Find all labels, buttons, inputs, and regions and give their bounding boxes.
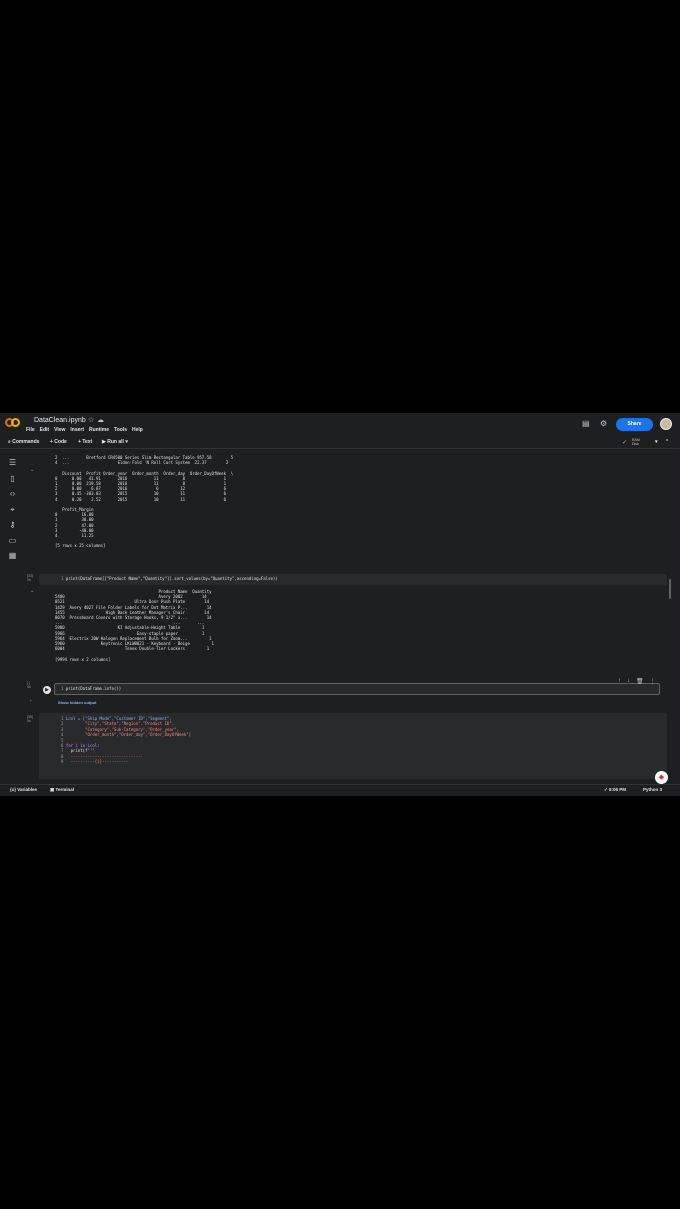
- collapse-icon[interactable]: ⌃: [665, 439, 669, 445]
- menu-insert[interactable]: Insert: [70, 427, 84, 433]
- check-icon: ✓: [604, 787, 608, 792]
- add-code-button[interactable]: + Code: [50, 439, 67, 445]
- cell-exec-count: [33] 0s: [27, 574, 33, 582]
- exec-time-label: 0s: [27, 578, 31, 582]
- run-cell-button[interactable]: ▶: [43, 686, 51, 694]
- variables-icon: {x}: [10, 787, 17, 792]
- menu-edit[interactable]: Edit: [40, 427, 49, 433]
- status-time: 8:06 PM: [609, 787, 627, 792]
- move-down-icon[interactable]: ↓: [627, 678, 630, 685]
- commands-button[interactable]: ⌕ Commands: [8, 439, 39, 445]
- exec-time-label: 0s: [27, 719, 31, 723]
- dataframe-head-output: 2 ... Bretford CR4500 Series Slim Rectan…: [55, 455, 234, 549]
- menu-view[interactable]: View: [54, 427, 65, 433]
- code-snippets-icon[interactable]: ‹›: [8, 489, 17, 498]
- star-icon[interactable]: ☆: [88, 416, 94, 424]
- share-button[interactable]: Share: [616, 418, 653, 431]
- avatar[interactable]: [660, 418, 672, 430]
- cell-exec-count: [ ] 0s: [27, 681, 31, 689]
- show-hidden-output-link[interactable]: Show hidden output: [58, 700, 96, 705]
- files-folder-icon[interactable]: ▭: [8, 536, 17, 545]
- menu-bar: File Edit View Insert Runtime Tools Help: [26, 427, 143, 433]
- menu-file[interactable]: File: [26, 427, 35, 433]
- variables-label: Variables: [17, 787, 38, 792]
- run-all-button[interactable]: ▶ Run all ▾: [102, 439, 128, 445]
- code-cell-loop[interactable]: 1 Lcol = ["Ship Mode","Customer ID","Seg…: [39, 713, 667, 779]
- exec-status[interactable]: ✓ 8:06 PM: [604, 787, 626, 793]
- sorted-products-output: Product Name Quantity 5400 Avery 2002 14…: [55, 589, 214, 662]
- header: DataClean.ipynb ☆ ☁ File Edit View Inser…: [0, 413, 680, 435]
- cell-toolbar: ↑ ↓ 🗑 ⋮: [618, 678, 656, 685]
- output-collapse-icon[interactable]: ⌄: [30, 467, 34, 473]
- runtime-chevron-icon[interactable]: ▾: [655, 439, 658, 445]
- more-options-icon[interactable]: ⋮: [650, 678, 656, 685]
- code-cell-sort[interactable]: 1 print(DataFrame[["Product Name","Quant…: [39, 574, 667, 585]
- resource-indicator[interactable]: RAM Disk: [632, 438, 640, 446]
- share-label: Share: [627, 421, 642, 427]
- variables-button[interactable]: {x} Variables: [10, 787, 37, 792]
- code-editor[interactable]: 1 Lcol = ["Ship Mode","Customer ID","Seg…: [39, 713, 667, 765]
- run-all-label: Run all: [107, 439, 124, 445]
- notes-icon[interactable]: ▯: [8, 474, 17, 483]
- search-icon: ⌕: [8, 439, 11, 445]
- chevron-down-icon: ▾: [125, 439, 128, 445]
- kernel-indicator[interactable]: Python 3: [643, 787, 662, 792]
- connected-check-icon: ✓: [622, 440, 628, 446]
- code-line: Lcol = ["Ship Mode","Customer ID","Segme…: [65, 716, 172, 721]
- notebook-title[interactable]: DataClean.ipynb: [34, 417, 86, 424]
- code-editor[interactable]: 1 print(DataFrame[["Product Name","Quant…: [39, 574, 667, 581]
- find-replace-icon[interactable]: ⌖: [8, 505, 17, 514]
- left-sidebar: ☰ ▯ ‹› ⌖ ⚷ ▭ ▦: [0, 453, 24, 783]
- disk-label: Disk: [632, 442, 639, 446]
- output-scrollbar[interactable]: [669, 579, 671, 599]
- kernel-label: Python 3: [643, 787, 663, 792]
- code-cell-info[interactable]: 1 print(DataFrame.info()): [54, 683, 660, 695]
- data-table-icon[interactable]: ▦: [8, 551, 17, 560]
- output-collapse-icon[interactable]: ⌄: [30, 588, 34, 594]
- add-text-button[interactable]: + Text: [78, 439, 92, 445]
- notebook-area: ⌄ 2 ... Bretford CR4500 Series Slim Rect…: [24, 453, 676, 784]
- exec-time-label: 0s: [27, 685, 31, 689]
- settings-icon[interactable]: ⚙: [600, 419, 607, 428]
- move-up-icon[interactable]: ↑: [618, 678, 621, 685]
- terminal-button[interactable]: ▣ Terminal: [50, 787, 74, 793]
- status-bar: {x} Variables ▣ Terminal ✓ 8:06 PM Pytho…: [0, 784, 680, 796]
- code-line: "Category","Sub-Category","Order_year",: [65, 726, 180, 732]
- terminal-label: Terminal: [55, 787, 74, 792]
- commands-label: Commands: [12, 439, 40, 445]
- colab-window: DataClean.ipynb ☆ ☁ File Edit View Inser…: [0, 413, 680, 796]
- code-editor[interactable]: 1 print(DataFrame.info()): [55, 684, 659, 691]
- menu-help[interactable]: Help: [132, 427, 143, 433]
- play-icon: ▶: [102, 439, 106, 445]
- code-line: "City","State","Region","Product ID",: [65, 721, 175, 727]
- toolbar: ⌕ Commands + Code + Text ▶ Run all ▾ ✓ R…: [0, 437, 680, 449]
- code-line: ----------{i}-----------: [65, 759, 129, 765]
- code-line: ------------------------------: [65, 753, 143, 759]
- menu-tools[interactable]: Tools: [114, 427, 127, 433]
- code-line: print(DataFrame.info()): [65, 686, 122, 691]
- terminal-icon: ▣: [50, 787, 55, 792]
- delete-icon[interactable]: 🗑: [636, 678, 644, 685]
- colab-logo[interactable]: [5, 418, 21, 428]
- toc-icon[interactable]: ☰: [8, 458, 17, 467]
- code-line: print(f''': [65, 748, 95, 754]
- comment-icon[interactable]: ▤: [582, 419, 590, 428]
- code-line: print(DataFrame[["Product Name","Quantit…: [65, 576, 278, 581]
- code-line: "Order_month","Order_day","Order_DayOfWe…: [65, 732, 192, 738]
- output-expand-icon[interactable]: ›: [30, 698, 32, 704]
- pdf-icon[interactable]: ⬥: [655, 771, 668, 784]
- secrets-key-icon[interactable]: ⚷: [8, 520, 17, 529]
- cloud-icon: ☁: [97, 417, 104, 424]
- menu-runtime[interactable]: Runtime: [89, 427, 109, 433]
- cell-exec-count: [35] 0s: [27, 715, 33, 723]
- code-line: for i in Lcol:: [65, 743, 100, 749]
